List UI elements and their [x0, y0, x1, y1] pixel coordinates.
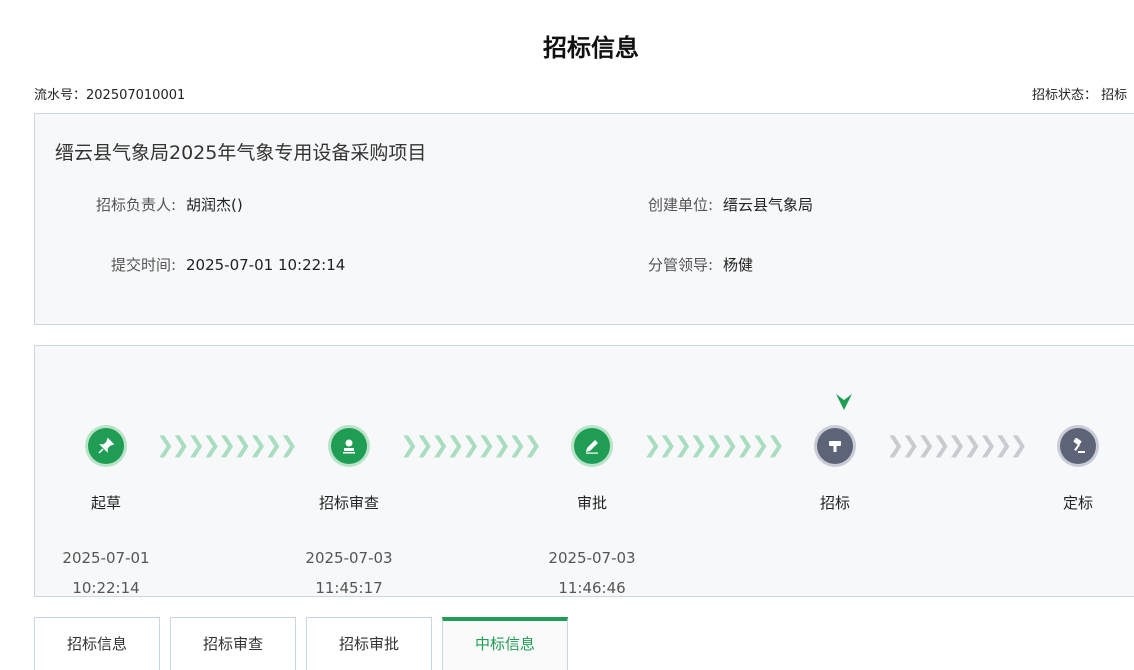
step-date: 2025-07-01 [62, 549, 150, 567]
gavel-icon [1060, 428, 1096, 464]
field-bid-manager: 招标负责人: 胡润杰() [35, 194, 243, 215]
step-award: 定标 [1018, 428, 1134, 513]
step-date: 2025-07-03 [548, 549, 636, 567]
field-label: 招标负责人: [95, 196, 176, 214]
field-label: 提交时间: [110, 256, 176, 274]
step-connector-done: ❯❯❯❯❯❯❯❯❯❯❯❯❯ [643, 434, 785, 458]
status-label: 招标状态： [1032, 88, 1098, 103]
tab-award-info[interactable]: 中标信息 [442, 617, 568, 670]
field-label: 分管领导: [647, 256, 713, 274]
step-time: 11:46:46 [558, 579, 626, 597]
step-review: 招标审查 2025-07-03 11:45:17 [289, 428, 409, 603]
step-approval: 审批 2025-07-03 11:46:46 [532, 428, 652, 603]
status-value: 招标 [1101, 88, 1128, 103]
serial-value: 202507010001 [86, 88, 186, 103]
project-info-card: 缙云县气象局2025年气象专用设备采购项目 招标负责人: 胡润杰() 提交时间: 2… [34, 113, 1134, 325]
step-name: 起草 [90, 494, 121, 512]
field-value: 2025-07-01 10:22:14 [186, 256, 346, 274]
serial-number: 流水号：202507010001 [34, 84, 185, 103]
field-value: 杨健 [723, 256, 754, 274]
field-value: 胡润杰() [186, 196, 243, 214]
tab-bid-approval[interactable]: 招标审批 [306, 617, 432, 670]
field-creator-unit: 创建单位: 缙云县气象局 [635, 194, 813, 215]
step-timestamp: 2025-07-03 11:46:46 [532, 543, 652, 603]
bid-status: 招标状态： 招标 [1032, 84, 1127, 103]
step-name: 招标审查 [318, 494, 379, 512]
step-time: 11:45:17 [315, 579, 383, 597]
pin-icon [88, 428, 124, 464]
step-bidding: 招标 [775, 428, 895, 513]
gavel-head-icon [817, 428, 853, 464]
step-name: 审批 [576, 494, 607, 512]
page-title: 招标信息 [543, 34, 639, 62]
step-timestamp: 2025-07-01 10:22:14 [46, 543, 166, 603]
edit-icon [574, 428, 610, 464]
tab-bid-info[interactable]: 招标信息 [34, 617, 160, 670]
step-timestamp: 2025-07-03 11:45:17 [289, 543, 409, 603]
stamp-icon [331, 428, 367, 464]
field-submit-time: 提交时间: 2025-07-01 10:22:14 [35, 254, 345, 275]
field-value: 缙云县气象局 [723, 196, 814, 214]
step-connector-done: ❯❯❯❯❯❯❯❯❯❯❯❯❯ [400, 434, 542, 458]
project-title: 缙云县气象局2025年气象专用设备采购项目 [55, 142, 427, 164]
step-name: 招标 [819, 494, 850, 512]
step-name: 定标 [1062, 494, 1093, 512]
tab-bid-review[interactable]: 招标审查 [170, 617, 296, 670]
step-connector-done: ❯❯❯❯❯❯❯❯❯❯❯❯❯ [156, 434, 298, 458]
serial-label: 流水号： [34, 88, 87, 103]
workflow-progress: ❯❯❯❯❯❯❯❯❯❯❯❯❯ ❯❯❯❯❯❯❯❯❯❯❯❯❯ ❯❯❯❯❯❯❯❯❯❯❯❯… [34, 345, 1134, 597]
step-draft: 起草 2025-07-01 10:22:14 [46, 428, 166, 603]
step-date: 2025-07-03 [305, 549, 393, 567]
field-label: 创建单位: [647, 196, 713, 214]
step-connector-pending: ❯❯❯❯❯❯❯❯❯❯❯❯❯ [886, 434, 1028, 458]
field-supervisor: 分管领导: 杨健 [635, 254, 753, 275]
step-time: 10:22:14 [72, 579, 140, 597]
